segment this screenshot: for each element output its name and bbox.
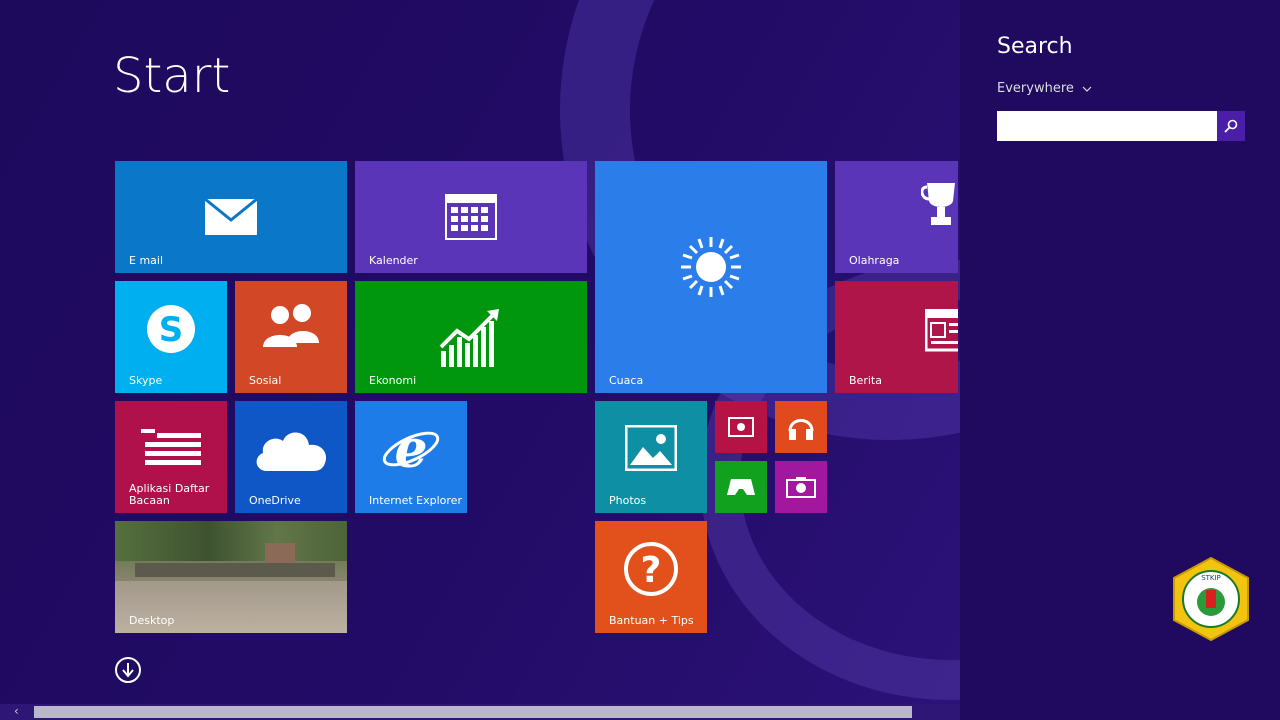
all-apps-button[interactable]: [115, 657, 141, 683]
search-scope-dropdown[interactable]: Everywhere: [997, 81, 1092, 96]
tile-label: E mail: [129, 254, 164, 267]
tile-cuaca[interactable]: Cuaca: [595, 161, 827, 393]
tile-label: Sosial: [249, 374, 282, 387]
tile-games[interactable]: [715, 461, 767, 513]
tile-aplikasi-daftar-bacaan[interactable]: Aplikasi Daftar Bacaan: [115, 401, 227, 513]
tile-onedrive[interactable]: OneDrive: [235, 401, 347, 513]
tile-label: Skype: [129, 374, 163, 387]
search-input[interactable]: [997, 111, 1217, 141]
tile-photos[interactable]: Photos: [595, 401, 707, 513]
tile-kalender[interactable]: Kalender: [355, 161, 587, 273]
video-icon: [715, 401, 767, 453]
tile-label: OneDrive: [249, 494, 301, 507]
page-title: Start: [113, 48, 231, 104]
logo-text: STKIP: [1201, 574, 1221, 582]
search-box: [997, 111, 1245, 141]
gamepad-icon: [715, 461, 767, 513]
tile-music[interactable]: [775, 401, 827, 453]
tile-bantuan-tips[interactable]: ? Bantuan + Tips: [595, 521, 707, 633]
stkip-logo: STKIP: [1168, 556, 1254, 642]
tile-desktop[interactable]: Desktop: [115, 521, 347, 633]
svg-text:?: ?: [641, 550, 662, 591]
tile-label: Ekonomi: [369, 374, 417, 387]
search-pane: Search Everywhere STKIP: [960, 0, 1280, 720]
search-scope-label: Everywhere: [997, 81, 1074, 96]
tile-label: Cuaca: [609, 374, 644, 387]
tile-label: Bantuan + Tips: [609, 614, 694, 627]
tile-skype[interactable]: S Skype: [115, 281, 227, 393]
tile-email[interactable]: E mail: [115, 161, 347, 273]
tile-internet-explorer[interactable]: e Internet Explorer: [355, 401, 467, 513]
tile-label: Berita: [849, 374, 882, 387]
svg-text:S: S: [159, 310, 184, 350]
sun-icon: [595, 161, 827, 393]
tile-sosial[interactable]: Sosial: [235, 281, 347, 393]
tile-label: Aplikasi Daftar Bacaan: [129, 482, 210, 507]
search-button[interactable]: [1217, 111, 1245, 141]
tile-olahraga[interactable]: Olahraga: [835, 161, 958, 273]
camera-icon: [775, 461, 827, 513]
tile-label: Desktop: [129, 614, 175, 627]
tile-berita[interactable]: Berita: [835, 281, 958, 393]
headphones-icon: [775, 401, 827, 453]
tile-label: Internet Explorer: [369, 494, 462, 507]
scrollbar-thumb[interactable]: [34, 706, 912, 718]
tile-label: Photos: [609, 494, 647, 507]
svg-text:e: e: [394, 421, 427, 477]
news-icon: [924, 308, 958, 357]
tile-video[interactable]: [715, 401, 767, 453]
search-title: Search: [997, 34, 1073, 59]
search-icon: [1224, 119, 1238, 133]
chevron-down-icon: [1082, 86, 1092, 92]
arrow-down-icon: [122, 663, 134, 678]
trophy-icon: [920, 181, 958, 233]
start-screen: Start E mail Kalender S Skype Sosial Eko…: [0, 0, 960, 720]
scroll-left-icon[interactable]: ‹: [14, 704, 19, 718]
tile-ekonomi[interactable]: Ekonomi: [355, 281, 587, 393]
tile-label: Olahraga: [849, 254, 900, 267]
tile-camera[interactable]: [775, 461, 827, 513]
tile-label: Kalender: [369, 254, 418, 267]
